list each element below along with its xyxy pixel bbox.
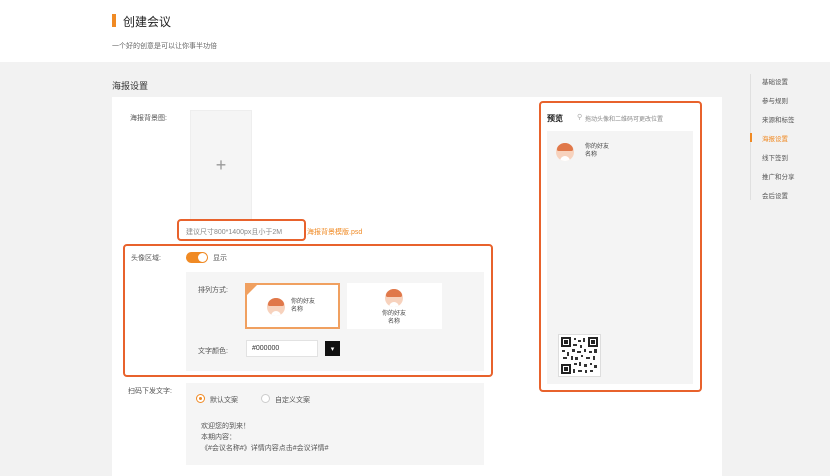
template-download-link[interactable]: 海报背景模版.psd [307,227,362,237]
nav-item-promotion[interactable]: 推广和分享 [762,171,795,181]
radio-default-text[interactable] [196,394,205,403]
poster-bg-upload[interactable]: + [190,110,252,220]
chevron-down-icon: ▾ [330,345,335,353]
color-picker-button[interactable]: ▾ [325,341,340,356]
page-header: 创建会议 一个好的创意是可以让你事半功倍 [0,0,830,62]
scan-message-text: 欢迎您的到来！ 本期内容： 《#会议名称#》详情内容点击#会议详情# [201,423,329,452]
nav-item-poster[interactable]: 海报设置 [762,133,788,143]
avatar-icon [385,289,403,307]
radio-custom-label: 自定义文案 [275,397,310,404]
plus-icon: + [215,154,227,175]
layout-option-vertical[interactable]: 你的好友 名称 [347,283,442,329]
section-title: 海报设置 [112,81,149,91]
selected-corner-icon [247,285,257,295]
title-accent-bar [112,14,116,27]
nav-item-basic[interactable]: 基础设置 [762,76,788,86]
qr-code-icon[interactable] [558,334,601,377]
nav-item-checkin[interactable]: 线下签到 [762,152,788,162]
preview-hint: 拖动头像和二维码可更改位置 [585,117,664,123]
option-name-text: 你的好友 名称 [291,299,316,313]
preview-avatar-icon[interactable] [556,143,574,161]
page-subtitle: 一个好的创意是可以让你事半功倍 [112,43,217,50]
nav-active-marker [750,133,752,142]
avatar-area-label: 头像区域: [131,255,161,262]
nav-item-rules[interactable]: 参与规则 [762,95,788,105]
text-color-label: 文字颜色: [198,348,228,355]
page-title: 创建会议 [123,15,172,29]
avatar-display-toggle[interactable] [186,252,208,263]
text-color-input[interactable]: #000000 [246,340,318,357]
info-icon: ⚲ [577,114,583,121]
preview-title: 预览 [547,114,563,123]
scan-text-label: 扫码下发文字: [128,388,172,395]
layout-label: 排列方式: [198,287,228,294]
poster-bg-hint: 建议尺寸800*1400px且小于2M [186,229,283,236]
radio-custom-text[interactable] [261,394,270,403]
nav-item-source-tags[interactable]: 来源和标签 [762,114,795,124]
option-name-text: 你的好友 名称 [381,311,406,325]
preview-name-text: 你的好友 名称 [585,144,610,158]
settings-anchor-nav: 基础设置 参与规则 来源和标签 海报设置 线下签到 推广和分享 会后设置 [750,70,830,210]
toggle-label: 显示 [213,255,227,262]
layout-option-horizontal[interactable]: 你的好友 名称 [245,283,340,329]
nav-item-post-meeting[interactable]: 会后设置 [762,190,788,200]
poster-bg-label: 海报背景图: [130,115,167,122]
radio-default-label: 默认文案 [210,397,238,404]
avatar-icon [267,298,285,316]
